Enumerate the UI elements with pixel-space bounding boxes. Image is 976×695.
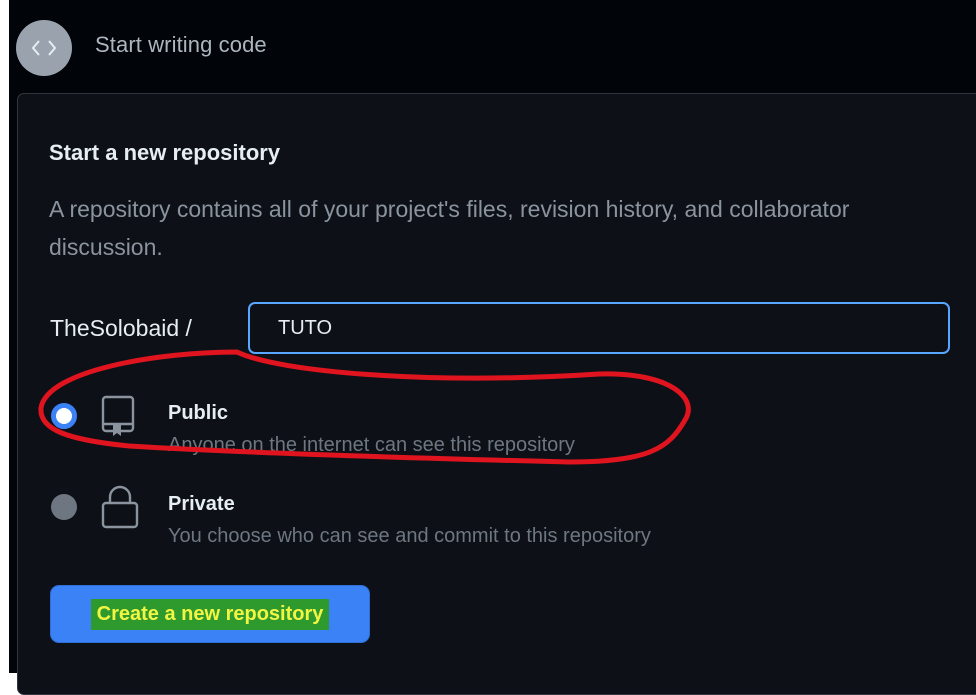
repository-name-input[interactable] xyxy=(248,302,950,354)
code-icon xyxy=(16,20,72,76)
new-repository-card: Start a new repository A repository cont… xyxy=(17,93,976,695)
repo-icon xyxy=(101,395,135,436)
app-canvas: Start writing code Start a new repositor… xyxy=(9,0,976,695)
visibility-option-public[interactable]: Public Anyone on the internet can see th… xyxy=(18,390,976,470)
visibility-option-private[interactable]: Private You choose who can see and commi… xyxy=(18,481,976,561)
public-label: Public xyxy=(168,402,229,424)
card-description: A repository contains all of your projec… xyxy=(49,196,850,260)
lock-icon xyxy=(101,485,139,529)
start-writing-code-row: Start writing code xyxy=(9,0,976,90)
public-description: Anyone on the internet can see this repo… xyxy=(168,434,575,456)
create-repository-button[interactable]: Create a new repository xyxy=(51,586,369,642)
private-label: Private xyxy=(168,493,235,515)
private-radio[interactable] xyxy=(51,494,77,520)
owner-label: TheSolobaid / xyxy=(50,315,192,341)
page-title: Start writing code xyxy=(95,32,267,57)
card-title: Start a new repository xyxy=(49,140,281,165)
public-radio[interactable] xyxy=(51,403,77,429)
create-repository-button-label: Create a new repository xyxy=(90,598,330,630)
private-description: You choose who can see and commit to thi… xyxy=(168,525,651,547)
